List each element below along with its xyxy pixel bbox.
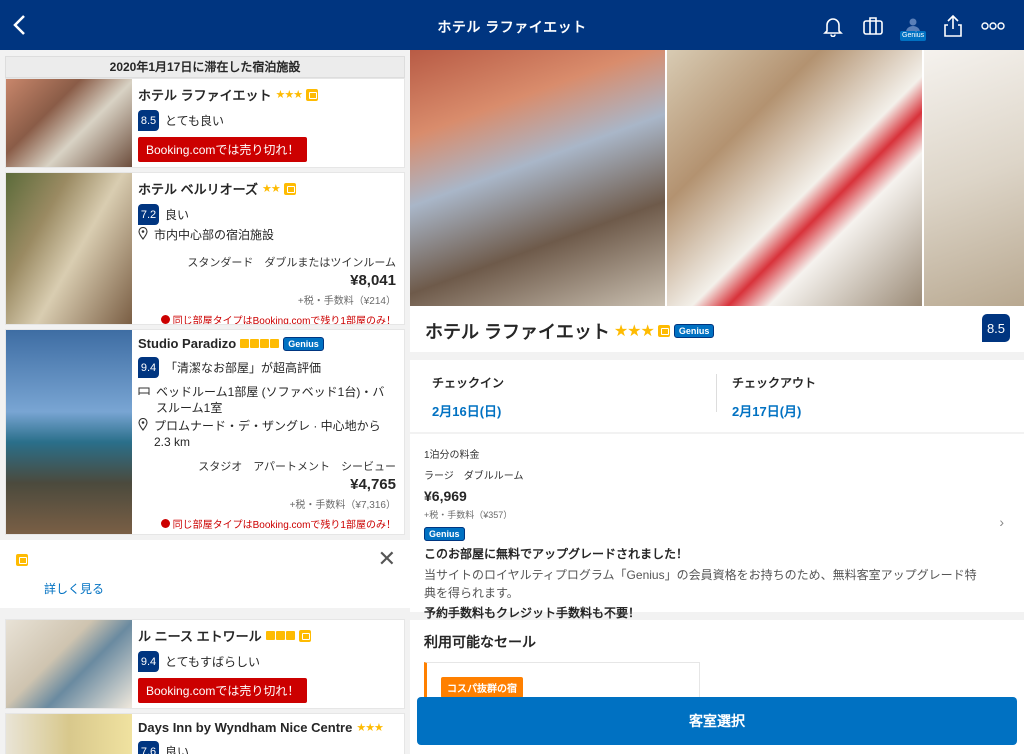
preferred-badge-icon [306,88,319,101]
tax-fee: +税・手数料（¥357） [424,510,513,520]
review-score: 7.2 [138,204,159,225]
preferred-badge-icon [298,629,311,642]
deals-heading: 利用可能なセール [424,634,536,650]
review-score: 9.4 [138,651,159,672]
gallery-photo[interactable] [924,50,1024,306]
quality-rating-icon [265,631,295,640]
chevron-right-icon: › [999,514,1004,530]
quality-rating-icon [240,339,280,348]
close-icon[interactable]: ✕ [378,546,396,572]
review-text: 良い [165,208,190,222]
tax-fee: +税・手数料（¥7,316） [289,500,396,511]
hotel-name: Studio Paradizo [138,336,237,351]
genius-description: 当サイトのロイヤルティプログラム「Genius」の会員資格をお持ちのため、無料客… [424,568,977,600]
room-config: ベッドルーム1部屋 (ソファベッド1台)・バスルーム1室 [156,385,385,415]
checkout-label: チェックアウト [732,376,817,390]
bell-icon[interactable] [820,13,846,39]
genius-badge: Genius [673,324,715,338]
review-score: 8.5 [138,110,159,131]
genius-badge: Genius [283,336,324,351]
tax-fee: +税・手数料（¥214） [297,296,396,307]
date-selector[interactable]: チェックイン 2月16日(日) チェックアウト 2月17日(月) [410,360,1024,432]
hotel-photo [6,330,132,534]
hotel-card[interactable]: Studio Paradizo Genius 9.4 「清潔なお部屋」が超高評価 ベ… [5,329,405,535]
hotel-info: ホテル ラファイエット ★★★ Genius 8.5 [410,306,1024,352]
star-rating: ★★ [261,183,281,195]
preferred-badge-icon [657,325,670,337]
price: ¥6,969 [424,488,467,504]
review-text: とても良い [165,114,225,128]
review-score: 7.6 [138,741,159,754]
price: ¥4,765 [350,476,396,493]
location-text: 市内中心部の宿泊施設 [154,228,275,242]
review-text: とてもすばらしい [165,655,261,669]
rate-label: 1泊分の料金 [424,450,480,461]
top-app-bar: ホテル ラファイエット Genius [0,0,1024,50]
star-rating: ★★★ [356,722,384,734]
rate-summary[interactable]: 1泊分の料金 ラージ ダブルルーム ¥6,969 +税・手数料（¥357） Ge… [410,434,1024,620]
hotel-photo [6,173,132,324]
no-fee-message: 予約手数料もクレジット手数料も不要！ [424,606,641,620]
hotel-name: ル ニース エトワール [138,629,262,644]
hotel-card[interactable]: Days Inn by Wyndham Nice Centre ★★★ 7.6 良い [5,713,405,754]
checkin-label: チェックイン [432,376,505,390]
scarcity-message: 同じ部屋タイプはBooking.comで残り1部屋のみ！ [172,520,396,531]
hotel-name: ホテル ラファイエット [425,322,610,342]
learn-more-link[interactable]: 詳しく見る [44,580,104,597]
price: ¥8,041 [350,272,396,289]
genius-badge: Genius [424,527,465,541]
hotel-card[interactable]: ホテル ラファイエット ★★★ 8.5 とても良い Booking.comでは売り切… [5,78,405,168]
location-pin-icon [138,417,148,435]
genius-profile-icon[interactable]: Genius [900,13,927,41]
scarcity-message: 同じ部屋タイプはBooking.comで残り1部屋のみ！ [172,316,396,325]
gallery-photo[interactable] [410,50,665,306]
share-icon[interactable] [940,13,966,39]
location-text: プロムナード・デ・ザングレ · 中心地から 2.3 km [154,419,381,449]
hotel-photo [6,79,132,167]
star-rating: ★★★ [613,323,655,340]
review-score: 9.4 [138,357,159,378]
review-score[interactable]: 8.5 [982,314,1010,342]
star-rating: ★★★ [275,89,303,101]
divider [716,374,717,412]
hotel-name: ホテル ベルリオーズ [138,182,258,197]
alert-dot-icon [160,315,170,324]
soldout-badge: Booking.comでは売り切れ！ [138,678,308,703]
room-type: スタジオ アパートメント シービュー [198,461,396,473]
soldout-badge: Booking.comでは売り切れ！ [138,137,308,162]
hotel-detail-panel: ホテル ラファイエット ★★★ Genius 8.5 チェックイン 2月16日(日) … [410,50,1024,754]
genius-label: Genius [900,31,927,41]
genius-badge-icon [16,554,28,566]
bed-icon [138,384,150,400]
checkout-date[interactable]: 2月17日(月) [732,401,816,420]
deal-tag: コスパ抜群の宿 [441,677,523,698]
section-heading: 2020年1月17日に滞在した宿泊施設 [5,56,405,78]
hotel-list-panel: 2020年1月17日に滞在した宿泊施設 ホテル ラファイエット ★★★ 8.5 とて… [0,50,410,754]
hotel-card[interactable]: ホテル ベルリオーズ ★★ 7.2 良い 市内中心部の宿泊施設 スタンダード ダブル… [5,172,405,325]
room-type: ラージ ダブルルーム [424,471,524,482]
photo-gallery[interactable] [410,50,1024,306]
review-text: 「清潔なお部屋」が超高評価 [165,361,322,375]
checkin-date[interactable]: 2月16日(日) [432,401,504,420]
review-text: 良い [165,745,190,754]
location-pin-icon [138,226,148,244]
hotel-photo [6,714,132,754]
upgrade-message: このお部屋に無料でアップグレードされました！ [424,547,689,561]
room-type: スタンダード ダブルまたはツインルーム [187,257,396,269]
preferred-badge-icon [283,182,296,195]
suitcase-icon[interactable] [860,13,886,39]
gallery-photo[interactable] [667,50,922,306]
hotel-card[interactable]: ル ニース エトワール 9.4 とてもすばらしい Booking.comでは売り切… [5,619,405,709]
hotel-name: ホテル ラファイエット [138,88,272,103]
more-options-icon[interactable] [980,13,1006,39]
hotel-photo [6,620,132,708]
select-room-button[interactable]: 客室選択 [417,697,1017,745]
hotel-name: Days Inn by Wyndham Nice Centre [138,720,353,735]
alert-dot-icon [160,519,170,528]
genius-promo-banner: 詳しく見る ✕ [0,540,410,608]
